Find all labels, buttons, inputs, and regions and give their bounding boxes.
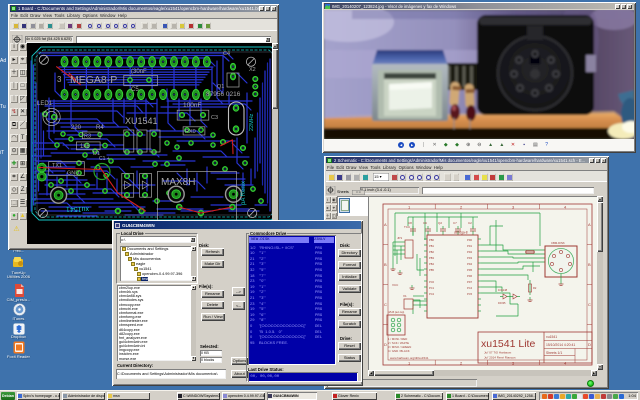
svg-text:R3: R3	[84, 134, 91, 140]
svg-text:PD1: PD1	[467, 244, 473, 248]
svg-text:D: D	[384, 342, 387, 347]
svg-text:1k6: 1k6	[80, 144, 90, 150]
svg-text:xu1541 Lite: xu1541 Lite	[481, 338, 535, 350]
svg-text:4 / GND / BLACK: 4 / GND / BLACK	[388, 349, 410, 353]
svg-text:pi5-B (avr-isp): pi5-B (avr-isp)	[388, 310, 404, 314]
svg-text:PB1: PB1	[429, 244, 434, 248]
svg-text:PB4: PB4	[429, 262, 434, 266]
svg-text:C9: C9	[423, 221, 427, 225]
svg-text:PD3: PD3	[467, 256, 473, 260]
svg-text:Q2: Q2	[438, 221, 442, 225]
svg-text:PD4: PD4	[467, 262, 473, 266]
svg-text:PD5: PD5	[467, 268, 473, 272]
svg-text:LED1: LED1	[37, 101, 53, 107]
svg-text:C7: C7	[453, 221, 457, 225]
svg-text:pA Renix: pA Renix	[241, 181, 247, 205]
svg-text:PB0: PB0	[429, 238, 434, 242]
svg-text:xu1541: xu1541	[66, 205, 89, 212]
svg-text:PC4: PC4	[467, 286, 473, 290]
svg-text:PC0: PC0	[429, 280, 435, 284]
svg-text:www.harbaum.org/till/xu1541: www.harbaum.org/till/xu1541	[390, 356, 429, 360]
svg-text:A: A	[588, 222, 591, 227]
svg-text:D: D	[588, 342, 591, 347]
svg-text:GND: GND	[67, 171, 79, 177]
svg-text:XU1541: XU1541	[125, 116, 158, 126]
svg-text:R2: R2	[533, 286, 537, 290]
svg-text:PD6: PD6	[467, 274, 473, 278]
svg-text:B: B	[384, 262, 387, 267]
svg-text:RX0: RX0	[185, 129, 196, 135]
svg-text:MAX8H: MAX8H	[161, 177, 195, 188]
svg-text:JP1: JP1	[397, 236, 403, 240]
svg-text:1N4148: 1N4148	[498, 288, 508, 292]
svg-text:C: C	[588, 302, 591, 307]
svg-text:PD7: PD7	[467, 280, 473, 284]
svg-text:87956 0216: 87956 0216	[206, 91, 241, 98]
svg-text:TCC: TCC	[404, 225, 411, 229]
svg-text:B: B	[588, 262, 591, 267]
svg-text:PC1: PC1	[429, 286, 435, 290]
svg-text:PC5: PC5	[467, 292, 473, 296]
svg-text:Sheets 1/1: Sheets 1/1	[546, 351, 562, 355]
svg-text:220: 220	[71, 125, 82, 131]
svg-text:PC2: PC2	[429, 292, 435, 296]
svg-text:Jul '2014 René Riancos: Jul '2014 René Riancos	[484, 356, 516, 360]
svg-text:CBM-DIN6: CBM-DIN6	[551, 241, 565, 245]
svg-text:A: A	[384, 222, 387, 227]
svg-text:C3: C3	[211, 115, 218, 121]
svg-text:X1: X1	[403, 294, 407, 298]
svg-text:PB3: PB3	[429, 256, 434, 260]
svg-text:PB2: PB2	[429, 250, 434, 254]
svg-text:(30nF: (30nF	[131, 69, 147, 75]
svg-text:MEGA8-P: MEGA8-P	[70, 74, 117, 86]
svg-text:xu1541: xu1541	[546, 335, 557, 339]
svg-text:C4: C4	[223, 51, 230, 57]
svg-text:C: C	[384, 302, 387, 307]
svg-text:PD2: PD2	[467, 250, 473, 254]
svg-text:DIO35: DIO35	[498, 301, 506, 305]
svg-text:C1 +: C1 +	[99, 156, 110, 162]
svg-text:Q1: Q1	[217, 84, 224, 90]
svg-text:C2: C2	[468, 221, 472, 225]
svg-text:R4: R4	[96, 125, 104, 131]
svg-text:Jul '07 TiO Harbaum: Jul '07 TiO Harbaum	[484, 351, 512, 355]
svg-text:100nF: 100nF	[183, 102, 201, 109]
svg-text:PB5: PB5	[429, 268, 434, 272]
svg-text:15/10/2014 4:20:41: 15/10/2014 4:20:41	[546, 343, 575, 347]
svg-text:C5: C5	[131, 87, 139, 93]
svg-text:atmega-8: atmega-8	[454, 231, 468, 235]
svg-text:VCC: VCC	[392, 283, 399, 287]
svg-text:TX1: TX1	[52, 163, 62, 169]
svg-text:PD0: PD0	[467, 238, 473, 242]
svg-text:22MHz: 22MHz	[249, 113, 255, 131]
svg-text:3: 3	[57, 75, 62, 84]
svg-text:X2: X2	[249, 67, 256, 73]
